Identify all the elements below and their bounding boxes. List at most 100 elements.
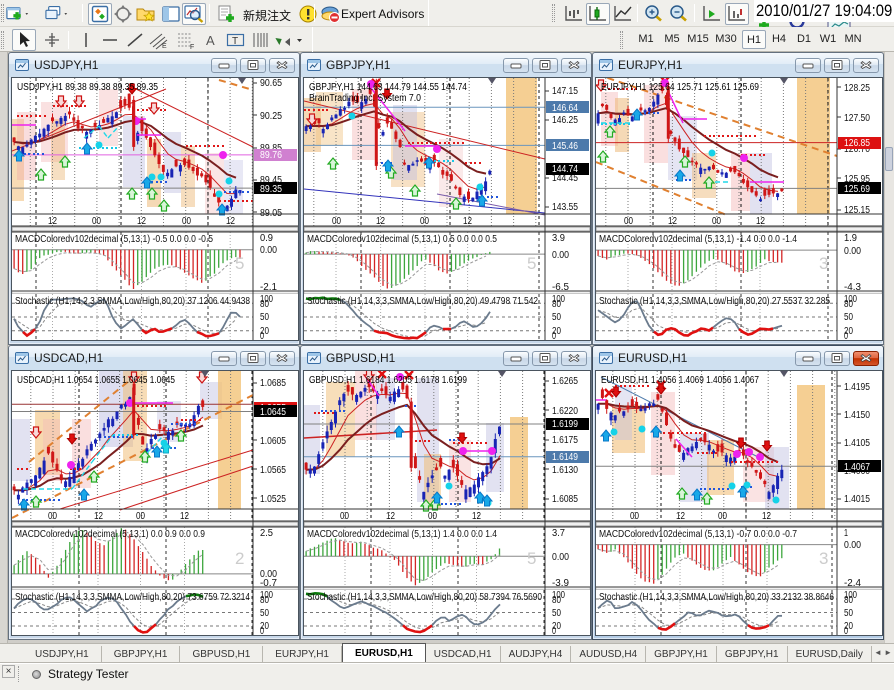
svg-text:00: 00 xyxy=(712,216,721,227)
svg-text:1.4195: 1.4195 xyxy=(844,382,870,393)
svg-text:-4.3: -4.3 xyxy=(844,282,861,293)
svg-text:80: 80 xyxy=(844,595,853,606)
svg-text:1.6265: 1.6265 xyxy=(552,376,578,387)
svg-text:147.15: 147.15 xyxy=(552,86,578,97)
svg-text:127.50: 127.50 xyxy=(844,113,870,124)
svg-text:125.69: 125.69 xyxy=(844,184,870,195)
svg-text:5: 5 xyxy=(527,254,536,273)
svg-text:0.00: 0.00 xyxy=(260,245,277,256)
svg-text:146.25: 146.25 xyxy=(552,115,578,126)
svg-text:F: F xyxy=(190,44,194,50)
svg-text:50: 50 xyxy=(260,608,269,619)
svg-text:1.6149: 1.6149 xyxy=(552,452,578,463)
svg-text:-2.1: -2.1 xyxy=(260,282,277,293)
svg-text:80: 80 xyxy=(552,299,561,310)
svg-text:1.4150: 1.4150 xyxy=(844,410,870,421)
svg-text:12: 12 xyxy=(386,511,395,522)
svg-text:EURUSD,H1 1.4056 1.4069 1.405: EURUSD,H1 1.4056 1.4069 1.4056 1.4067 xyxy=(601,375,759,386)
svg-text:5: 5 xyxy=(235,254,244,273)
svg-text:3: 3 xyxy=(819,254,828,273)
svg-text:3.9: 3.9 xyxy=(552,233,565,244)
svg-text:00: 00 xyxy=(136,511,145,522)
svg-text:89.05: 89.05 xyxy=(260,208,282,219)
svg-text:1.0645: 1.0645 xyxy=(260,407,286,418)
svg-text:1.6175: 1.6175 xyxy=(552,435,578,446)
svg-text:00: 00 xyxy=(718,511,727,522)
svg-text:GBPJPY,H1 144.63 144.79 144.5: GBPJPY,H1 144.63 144.79 144.55 144.74 xyxy=(309,82,467,93)
svg-text:00: 00 xyxy=(420,216,429,227)
svg-text:0: 0 xyxy=(260,331,264,340)
svg-text:12: 12 xyxy=(137,216,146,227)
svg-text:GBPUSD,H1 1.6184 1.6205 1.617: GBPUSD,H1 1.6184 1.6205 1.6178 1.6199 xyxy=(309,375,467,386)
svg-text:1.6220: 1.6220 xyxy=(552,406,578,417)
svg-text:MACDColoredv102decimal (5,13,1: MACDColoredv102decimal (5,13,1) -1.4 0.0… xyxy=(599,234,797,245)
svg-text:1.4105: 1.4105 xyxy=(844,438,870,449)
svg-text:50: 50 xyxy=(552,608,561,619)
svg-text:5: 5 xyxy=(527,549,536,568)
svg-text:80: 80 xyxy=(552,595,561,606)
svg-text:144.74: 144.74 xyxy=(552,164,578,175)
svg-text:1.4015: 1.4015 xyxy=(844,494,870,505)
svg-text:0: 0 xyxy=(844,626,848,635)
svg-text:3.7: 3.7 xyxy=(552,528,565,539)
svg-text:E: E xyxy=(162,43,167,50)
svg-text:00: 00 xyxy=(92,216,101,227)
svg-text:145.46: 145.46 xyxy=(552,141,578,152)
svg-text:00: 00 xyxy=(624,216,633,227)
svg-text:MACDColoredv102decimal (5,13,1: MACDColoredv102decimal (5,13,1) 1.4 0.0 … xyxy=(307,529,497,540)
svg-text:-3.9: -3.9 xyxy=(552,578,569,589)
svg-text:MACDColoredv102decimal (5,13,1: MACDColoredv102decimal (5,13,1) -0.7 0.0… xyxy=(599,529,797,540)
svg-text:1.0605: 1.0605 xyxy=(260,436,286,447)
svg-text:Stochastic (H1,14,2,3,SMMA,Low: Stochastic (H1,14,2,3,SMMA,Low/High,80,2… xyxy=(15,296,250,307)
svg-text:00: 00 xyxy=(332,216,341,227)
svg-text:0.00: 0.00 xyxy=(552,552,569,563)
svg-text:Stochastic (H1,14,3,3,SMMA,Low: Stochastic (H1,14,3,3,SMMA,Low/High,80,2… xyxy=(307,592,542,603)
svg-text:0.00: 0.00 xyxy=(844,540,861,551)
svg-text:80: 80 xyxy=(260,299,269,310)
svg-text:-0.7: -0.7 xyxy=(260,578,277,589)
svg-text:80: 80 xyxy=(844,299,853,310)
svg-text:12: 12 xyxy=(94,511,103,522)
svg-text:1.0565: 1.0565 xyxy=(260,465,286,476)
svg-text:BrainTrading Inc. System 7.0: BrainTrading Inc. System 7.0 xyxy=(309,93,421,104)
svg-text:Stochastic (H1,14,3,3,SMMA,Low: Stochastic (H1,14,3,3,SMMA,Low/High,80,2… xyxy=(307,296,538,307)
svg-text:0: 0 xyxy=(260,626,264,635)
svg-text:89.35: 89.35 xyxy=(260,184,282,195)
svg-text:0: 0 xyxy=(552,626,556,635)
svg-text:12: 12 xyxy=(668,216,677,227)
svg-text:12: 12 xyxy=(463,216,472,227)
svg-text:1.4067: 1.4067 xyxy=(844,462,870,473)
svg-text:12: 12 xyxy=(226,216,235,227)
svg-text:90.25: 90.25 xyxy=(260,111,282,122)
svg-text:T: T xyxy=(232,36,238,47)
svg-text:USDCAD,H1 1.0654 1.0655 1.064: USDCAD,H1 1.0654 1.0655 1.0645 1.0645 xyxy=(17,375,175,386)
svg-text:50: 50 xyxy=(844,608,853,619)
svg-text:12: 12 xyxy=(756,216,765,227)
svg-text:0: 0 xyxy=(552,331,556,340)
svg-text:50: 50 xyxy=(844,312,853,323)
svg-text:MACDColoredv102decimal (5,13,1: MACDColoredv102decimal (5,13,1) 0.0 0.9 … xyxy=(15,529,205,540)
svg-text:1.6130: 1.6130 xyxy=(552,465,578,476)
svg-text:125.15: 125.15 xyxy=(844,205,870,216)
svg-text:12: 12 xyxy=(676,511,685,522)
svg-text:143.55: 143.55 xyxy=(552,202,578,213)
svg-text:0.00: 0.00 xyxy=(552,250,569,261)
svg-text:1.9: 1.9 xyxy=(844,233,857,244)
svg-text:1.6199: 1.6199 xyxy=(552,419,578,430)
svg-text:A: A xyxy=(206,33,215,48)
svg-text:12: 12 xyxy=(472,511,481,522)
svg-text:12: 12 xyxy=(376,216,385,227)
svg-text:1.6085: 1.6085 xyxy=(552,494,578,505)
svg-text:90.65: 90.65 xyxy=(260,78,282,89)
svg-text:-2.4: -2.4 xyxy=(844,578,861,589)
svg-text:Stochastic (H1,14,3,3,SMMA,Low: Stochastic (H1,14,3,3,SMMA,Low/High,80,2… xyxy=(15,592,250,603)
svg-text:2.5: 2.5 xyxy=(260,528,273,539)
svg-text:128.25: 128.25 xyxy=(844,83,870,94)
svg-text:EURJPY,H1 125.64 125.71 125.6: EURJPY,H1 125.64 125.71 125.61 125.69 xyxy=(601,82,759,93)
svg-text:146.64: 146.64 xyxy=(552,103,578,114)
svg-text:50: 50 xyxy=(552,312,561,323)
svg-text:00: 00 xyxy=(48,511,57,522)
svg-text:1: 1 xyxy=(844,528,848,539)
svg-text:Stochastic (H1,14,3,3,SMMA,Low: Stochastic (H1,14,3,3,SMMA,Low/High,80,2… xyxy=(599,296,830,307)
svg-text:89.76: 89.76 xyxy=(260,150,282,161)
